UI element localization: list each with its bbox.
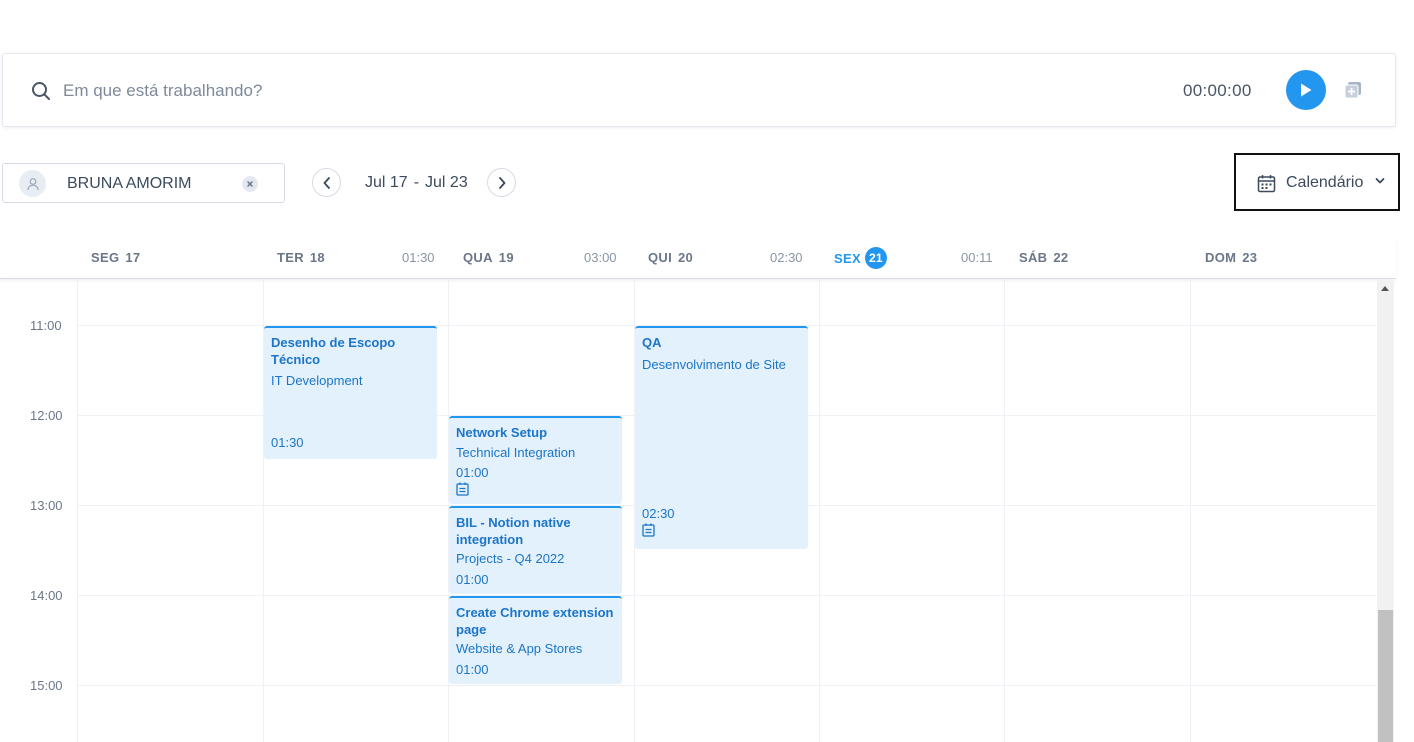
entry-title: Network Setup — [456, 425, 548, 440]
entry-project: Technical Integration — [456, 445, 576, 460]
grid-divider — [1004, 280, 1005, 742]
chevron-down-icon — [1375, 178, 1385, 184]
entry-duration: 01:00 — [456, 465, 489, 480]
entry-project: Projects - Q4 2022 — [456, 551, 565, 566]
day-total-tue: 01:30 — [402, 250, 435, 265]
close-icon — [246, 180, 254, 188]
entry-duration: 01:00 — [456, 662, 489, 677]
grid-divider — [819, 280, 820, 742]
next-week-button[interactable] — [487, 168, 516, 197]
view-label: Calendário — [1286, 174, 1364, 191]
day-header-row: SEG 17 TER 18 01:30 QUA 19 03:00 QUI 20 02:3… — [0, 240, 1396, 279]
hour-label: 13:00 — [30, 498, 63, 513]
timer-duration: 00:00:00 — [1183, 81, 1252, 100]
calendar-grid[interactable]: 11:00 12:00 13:00 14:00 15:00 Desenho de… — [0, 280, 1376, 742]
day-header-fri: SEX 21 — [834, 247, 887, 269]
timer-bar: 00:00:00 — [2, 53, 1396, 127]
day-header-sat: SÁB 22 — [1019, 250, 1069, 265]
description-input[interactable] — [63, 76, 763, 106]
entry-project: Website & App Stores — [456, 641, 583, 656]
chevron-left-icon — [323, 176, 330, 189]
range-end: Jul 23 — [425, 174, 468, 191]
entry-duration: 01:00 — [456, 572, 489, 587]
today-badge: 21 — [864, 247, 887, 269]
grid-divider — [1190, 280, 1191, 742]
member-selector[interactable]: BRUNA AMORIM — [2, 163, 285, 203]
entry-title: QA — [642, 335, 662, 350]
day-header-sun: DOM 23 — [1205, 250, 1258, 265]
hour-label: 12:00 — [30, 408, 63, 423]
range-separator: - — [413, 174, 420, 191]
entry-title: BIL - Notion native integration — [456, 515, 571, 547]
previous-week-button[interactable] — [312, 168, 341, 197]
vertical-scrollbar[interactable] — [1377, 280, 1394, 742]
search-icon — [32, 82, 50, 100]
hour-line — [77, 685, 1376, 686]
day-total-thu: 02:30 — [770, 250, 803, 265]
start-timer-button[interactable] — [1286, 70, 1326, 110]
time-entry[interactable]: Create Chrome extension page Website & A… — [449, 596, 622, 684]
avatar — [19, 170, 46, 197]
chevron-right-icon — [498, 176, 505, 189]
note-icon — [456, 482, 469, 496]
play-icon — [1301, 83, 1312, 97]
time-entry[interactable]: Desenho de Escopo Técnico IT Development… — [264, 326, 437, 459]
entry-project: IT Development — [271, 373, 363, 388]
scroll-up-arrow[interactable] — [1381, 286, 1389, 291]
scrollbar-thumb[interactable] — [1378, 610, 1393, 742]
time-entry[interactable]: Network Setup Technical Integration 01:0… — [449, 416, 622, 504]
time-entry[interactable]: BIL - Notion native integration Projects… — [449, 506, 622, 594]
day-header-tue: TER 18 — [277, 250, 325, 265]
grid-divider — [77, 280, 78, 742]
user-icon — [26, 177, 39, 190]
hour-line — [77, 595, 1376, 596]
entry-title: Desenho de Escopo Técnico — [271, 335, 396, 367]
hour-label: 15:00 — [30, 678, 63, 693]
add-manual-entry-icon[interactable] — [1344, 81, 1362, 99]
entry-title: Create Chrome extension page — [456, 605, 614, 637]
entry-duration: 02:30 — [642, 506, 675, 521]
day-total-wed: 03:00 — [584, 250, 617, 265]
range-start: Jul 17 — [365, 174, 408, 191]
date-range: Jul 17- Jul 23 — [365, 174, 468, 192]
time-entry[interactable]: QA Desenvolvimento de Site 02:30 — [635, 326, 808, 549]
calendar-icon — [1257, 175, 1276, 193]
view-selector[interactable]: Calendário — [1234, 153, 1400, 211]
hour-label: 14:00 — [30, 588, 63, 603]
hour-label: 11:00 — [30, 318, 62, 333]
entry-duration: 01:30 — [271, 435, 304, 450]
member-name: BRUNA AMORIM — [67, 175, 192, 192]
note-icon — [642, 523, 655, 537]
day-header-wed: QUA 19 — [463, 250, 514, 265]
clear-member-button[interactable] — [242, 176, 258, 192]
day-header-mon: SEG 17 — [91, 250, 141, 265]
day-total-fri: 00:11 — [961, 250, 993, 265]
day-header-thu: QUI 20 — [648, 250, 694, 265]
entry-project: Desenvolvimento de Site — [642, 357, 786, 372]
